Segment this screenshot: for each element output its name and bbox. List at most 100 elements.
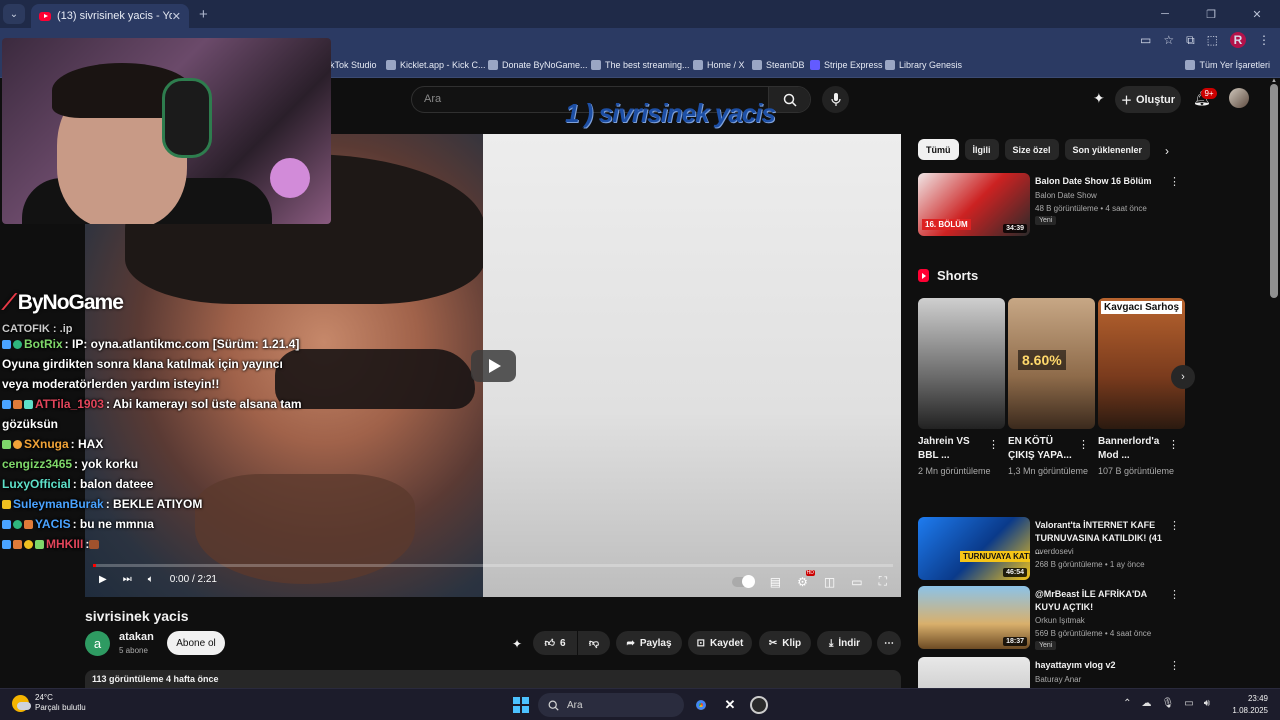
chip-all[interactable]: Tümü: [918, 139, 959, 160]
browser-tab-youtube[interactable]: (13) sivrisinek yacis - YouTube ✕: [31, 4, 189, 28]
chip-for-you[interactable]: Size özel: [1004, 139, 1059, 160]
bookmark-item[interactable]: Kicklet.app - Kick C...: [386, 60, 486, 70]
new-tab-button[interactable]: +: [199, 6, 208, 23]
miniplayer-icon[interactable]: ◫: [824, 575, 835, 589]
more-vertical-icon[interactable]: ⋮: [1169, 659, 1180, 672]
profile-avatar[interactable]: R: [1230, 32, 1246, 48]
chat-badge-icon: [13, 400, 22, 409]
more-vertical-icon[interactable]: ⋮: [1169, 175, 1180, 188]
shorts-next-arrow-icon[interactable]: ›: [1171, 365, 1195, 389]
fullscreen-icon[interactable]: ⛶: [879, 574, 887, 589]
windows-start-icon[interactable]: [513, 697, 529, 713]
account-avatar[interactable]: [1229, 88, 1249, 108]
short-item[interactable]: Jahrein VS BBL ... 2 Mn görüntüleme ⋮: [918, 298, 1005, 478]
recommended-video[interactable]: hayattayım vlog v2 Baturay Anar ⋮: [918, 657, 1188, 688]
recommended-video[interactable]: TURNUVAYA KATI 46:54 Valorant'ta İNTERNE…: [918, 517, 1188, 581]
tab-search-menu-button[interactable]: ⌄: [3, 4, 25, 24]
autoplay-toggle[interactable]: [731, 574, 755, 588]
bookmark-item[interactable]: The best streaming...: [591, 60, 690, 70]
chat-badge-icon: [2, 540, 11, 549]
bookmark-item[interactable]: Stripe Express: [810, 60, 883, 70]
search-input[interactable]: Ara: [424, 93, 441, 105]
share-button[interactable]: ➦ Paylaş: [616, 631, 682, 655]
obs-icon[interactable]: [750, 696, 768, 714]
like-button[interactable]: 👍︎ 6: [533, 631, 577, 655]
video-thumbnail[interactable]: [918, 657, 1030, 688]
capcut-icon[interactable]: ✕: [721, 696, 739, 714]
recommended-video[interactable]: 18:37 @MrBeast İLE AFRİKA'DA KUYU AÇTIK!…: [918, 586, 1188, 650]
video-thumbnail[interactable]: TURNUVAYA KATI 46:54: [918, 517, 1030, 580]
chips-next-arrow-icon[interactable]: ›: [1165, 144, 1169, 158]
short-thumbnail[interactable]: [918, 298, 1005, 429]
short-item[interactable]: 8.60% EN KÖTÜ ÇIKIŞ YAPA... 1,3 Mn görün…: [1008, 298, 1095, 478]
download-button[interactable]: ⤓ İndir: [817, 631, 872, 655]
video-thumbnail[interactable]: 16. BÖLÜM 34:39: [918, 173, 1030, 236]
settings-gear-icon[interactable]: ⚙ HD: [797, 569, 815, 589]
bookmark-item[interactable]: SteamDB: [752, 60, 805, 70]
volume-icon[interactable]: 🔈︎: [148, 574, 154, 585]
weather-widget[interactable]: 24°C Parçalı bulutlu: [12, 693, 86, 713]
all-bookmarks[interactable]: Tüm Yer İşaretleri: [1185, 60, 1270, 70]
more-vertical-icon[interactable]: ⋮: [1169, 519, 1180, 532]
more-actions-button[interactable]: ⋯: [877, 631, 901, 655]
tray-overflow-icon[interactable]: ⌃: [1123, 698, 1131, 709]
more-vertical-icon[interactable]: ⋮: [988, 438, 999, 451]
restore-icon[interactable]: ❐: [1188, 0, 1234, 28]
dislike-button[interactable]: 👎︎: [578, 631, 610, 655]
chip-related[interactable]: İlgili: [964, 139, 999, 160]
browser-menu-icon[interactable]: ⋮: [1258, 33, 1270, 47]
page-scrollbar-thumb[interactable]: [1270, 84, 1278, 298]
description-box[interactable]: 113 görüntüleme 4 hafta önce: [85, 670, 901, 690]
cast-icon[interactable]: ▭: [1140, 33, 1151, 47]
chrome-icon[interactable]: [692, 696, 710, 714]
extensions-icon[interactable]: ⬚: [1207, 33, 1218, 47]
minimize-icon[interactable]: ─: [1142, 0, 1188, 28]
bookmark-item[interactable]: Library Genesis: [885, 60, 962, 70]
short-views: 2 Mn görüntüleme: [918, 466, 991, 476]
center-play-button[interactable]: [471, 350, 516, 382]
chat-line: cengizz3465: yok korku: [2, 454, 302, 474]
subtitles-icon[interactable]: ▤: [770, 575, 781, 589]
cloud-icon[interactable]: ☁: [1142, 698, 1152, 709]
channel-name[interactable]: atakan: [119, 631, 154, 643]
short-thumbnail[interactable]: 8.60%: [1008, 298, 1095, 429]
speaker-icon[interactable]: 🔊︎: [1204, 698, 1210, 709]
theater-mode-icon[interactable]: ▭: [851, 575, 862, 589]
play-icon[interactable]: ▶: [99, 574, 107, 585]
subscribe-button[interactable]: Abone ol: [167, 631, 225, 655]
extension-puzzle-icon[interactable]: ✦: [512, 637, 522, 651]
bookmark-item[interactable]: Donate ByNoGame...: [488, 60, 588, 70]
more-vertical-icon[interactable]: ⋮: [1078, 438, 1089, 451]
voice-search-button[interactable]: [822, 86, 849, 113]
microphone-tray-icon[interactable]: 🎙︎: [1162, 698, 1175, 709]
bookmark-item[interactable]: Home / X: [693, 60, 745, 70]
progress-bar[interactable]: [93, 564, 893, 567]
window-controls: ─ ❐ ✕: [1142, 0, 1280, 28]
extension-puzzle-icon[interactable]: ✦: [1093, 90, 1105, 107]
more-vertical-icon[interactable]: ⋮: [1169, 588, 1180, 601]
chat-message: : balon dateee: [72, 477, 154, 491]
close-window-icon[interactable]: ✕: [1234, 0, 1280, 28]
channel-avatar[interactable]: a: [85, 631, 110, 656]
next-video-icon[interactable]: ⏭: [123, 574, 132, 585]
chip-recently-uploaded[interactable]: Son yüklenenler: [1064, 139, 1151, 160]
chat-badge-icon: [2, 500, 11, 509]
player-controls-left: ▶ ⏭ 🔈︎ 0:00 / 2:21: [99, 574, 217, 585]
network-icon[interactable]: ▭: [1184, 698, 1193, 709]
short-thumbnail[interactable]: Kavgacı Sarhoş: [1098, 298, 1185, 429]
recommended-video[interactable]: 16. BÖLÜM 34:39 Balon Date Show 16 Bölüm…: [918, 173, 1188, 237]
create-button[interactable]: ＋ Oluştur: [1115, 86, 1181, 113]
save-button[interactable]: ⊡ Kaydet: [688, 631, 752, 655]
bookmark-item[interactable]: kTok Studio: [330, 60, 377, 70]
recommended-channel: Baturay Anar: [1035, 675, 1082, 684]
short-item[interactable]: Kavgacı Sarhoş Bannerlord'a Mod ... 107 …: [1098, 298, 1185, 478]
system-clock[interactable]: 23:49 1.08.2025: [1232, 693, 1268, 717]
video-thumbnail[interactable]: 18:37: [918, 586, 1030, 649]
translate-icon[interactable]: ⧉: [1186, 33, 1195, 48]
tab-close-icon[interactable]: ✕: [172, 10, 181, 23]
more-vertical-icon[interactable]: ⋮: [1168, 438, 1179, 451]
bookmark-star-icon[interactable]: ☆: [1163, 33, 1174, 47]
taskbar-search[interactable]: Ara: [538, 693, 684, 717]
chat-line: YACIS: bu ne mmnıa: [2, 514, 302, 534]
clip-button[interactable]: ✂ Klip: [759, 631, 811, 655]
